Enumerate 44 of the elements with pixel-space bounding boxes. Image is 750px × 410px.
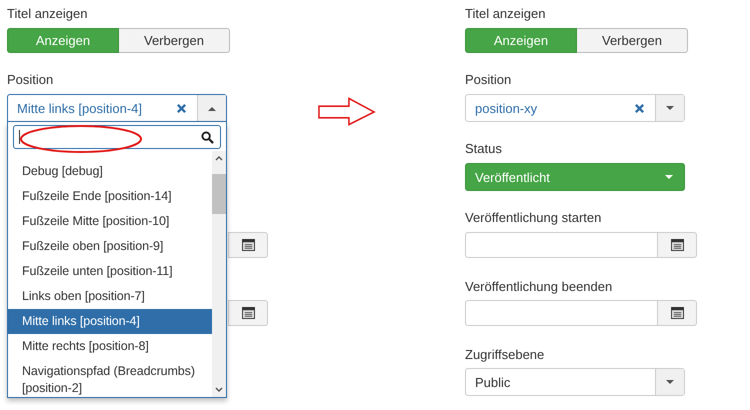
date-field[interactable] <box>465 232 657 258</box>
clear-icon[interactable] <box>176 102 187 114</box>
scrollbar[interactable] <box>212 151 226 397</box>
calendar-icon <box>242 307 254 319</box>
calendar-button[interactable] <box>657 300 697 326</box>
access-select[interactable]: Public <box>465 368 685 396</box>
field-label: Position <box>465 71 512 89</box>
toggle-button[interactable]: Verbergen <box>577 28 688 53</box>
dropdown-option[interactable]: Mitte links [position-4] <box>8 309 212 334</box>
position-select[interactable]: Mitte links [position-4] <box>7 94 227 122</box>
position-select[interactable]: position-xy <box>465 94 685 122</box>
clear-icon[interactable] <box>634 102 645 114</box>
calendar-icon <box>670 307 684 319</box>
calendar-button[interactable] <box>657 232 697 258</box>
field-label: Position <box>7 71 54 89</box>
scroll-up-icon[interactable] <box>215 156 223 161</box>
field-label: Status <box>465 140 502 158</box>
field-label: Veröffentlichung beenden <box>465 278 612 296</box>
dropdown-option[interactable]: Mitte rechts [position-8] <box>8 334 212 359</box>
calendar-button[interactable] <box>228 232 268 258</box>
dropdown-option[interactable]: Fußzeile oben [position-9] <box>8 234 212 259</box>
caret-icon <box>666 106 674 110</box>
dropdown-option[interactable]: Fußzeile Mitte [position-10] <box>8 209 212 234</box>
dropdown-option[interactable]: Fußzeile unten [position-11] <box>8 259 212 284</box>
scrollbar-thumb[interactable] <box>212 174 226 214</box>
search-icon <box>201 130 214 144</box>
toggle-button[interactable]: Verbergen <box>119 28 230 53</box>
calendar-button[interactable] <box>228 300 268 326</box>
field-label: Titel anzeigen <box>7 5 88 23</box>
calendar-icon <box>242 239 254 251</box>
field-label: Titel anzeigen <box>465 5 546 23</box>
date-field[interactable] <box>465 300 657 326</box>
field-label: Veröffentlichung starten <box>465 209 602 227</box>
dropdown-option[interactable]: Fußzeile Ende [position-14] <box>8 184 212 209</box>
dropdown-option[interactable]: Debug [debug] <box>8 159 212 184</box>
caret-icon <box>208 106 216 110</box>
scroll-down-icon[interactable] <box>215 387 223 392</box>
dropdown-option[interactable]: Navigationspfad (Breadcrumbs) [position-2] <box>8 359 212 397</box>
field-label: Zugriffsebene <box>465 346 544 364</box>
caret-icon <box>666 380 674 384</box>
calendar-icon <box>670 239 684 251</box>
dropdown-option[interactable]: Links oben [position-7] <box>8 284 212 309</box>
arrow-annotation <box>318 97 376 127</box>
caret-icon <box>665 174 673 180</box>
